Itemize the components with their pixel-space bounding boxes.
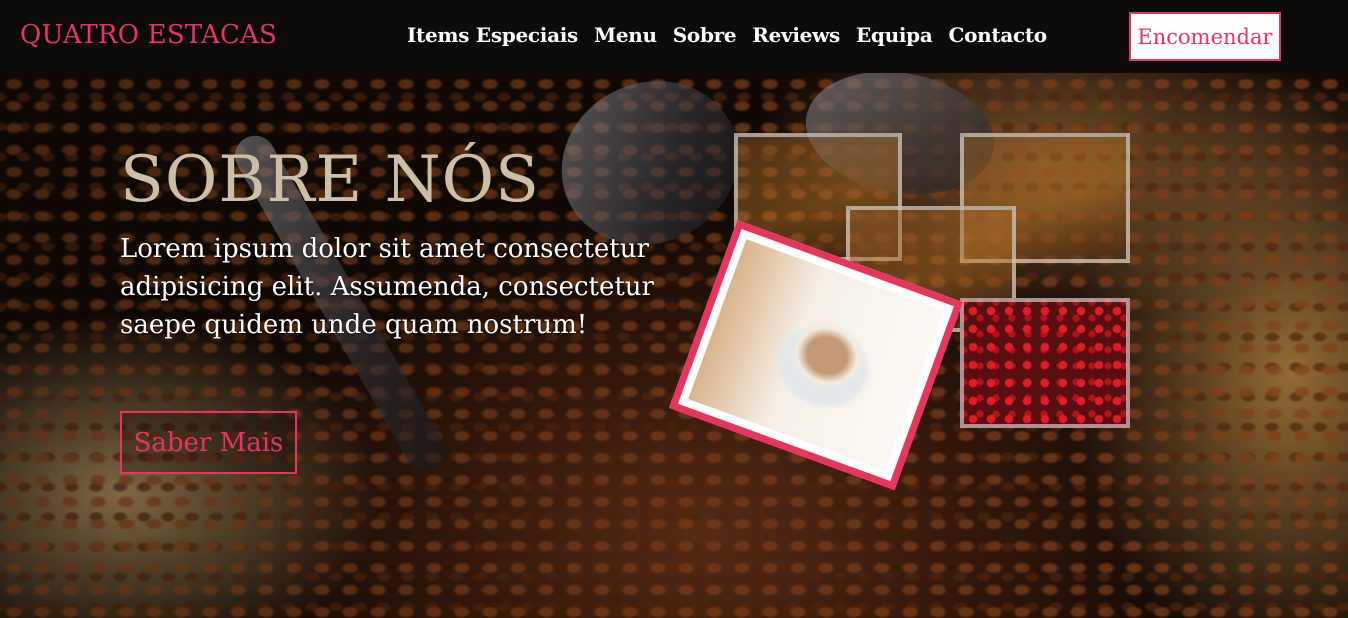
brand-logo[interactable]: QUATRO ESTACAS [20,20,277,50]
order-button[interactable]: Encomendar [1129,12,1281,61]
hero-description: Lorem ipsum dolor sit amet consectetur a… [120,234,654,340]
site-header: QUATRO ESTACAS Items Especiais Menu Sobr… [0,0,1348,73]
nav-contacto[interactable]: Contacto [948,23,1047,47]
learn-more-button[interactable]: Saber Mais [120,411,297,474]
nav-menu[interactable]: Menu [594,23,657,47]
gallery-image[interactable] [960,298,1130,428]
nav-items-especiais[interactable]: Items Especiais [407,23,578,47]
page-title: SOBRE NÓS [120,143,540,217]
main-nav: Items Especiais Menu Sobre Reviews Equip… [407,23,1047,47]
nav-equipa[interactable]: Equipa [856,23,933,47]
nav-sobre[interactable]: Sobre [673,23,737,47]
nav-reviews[interactable]: Reviews [752,23,840,47]
